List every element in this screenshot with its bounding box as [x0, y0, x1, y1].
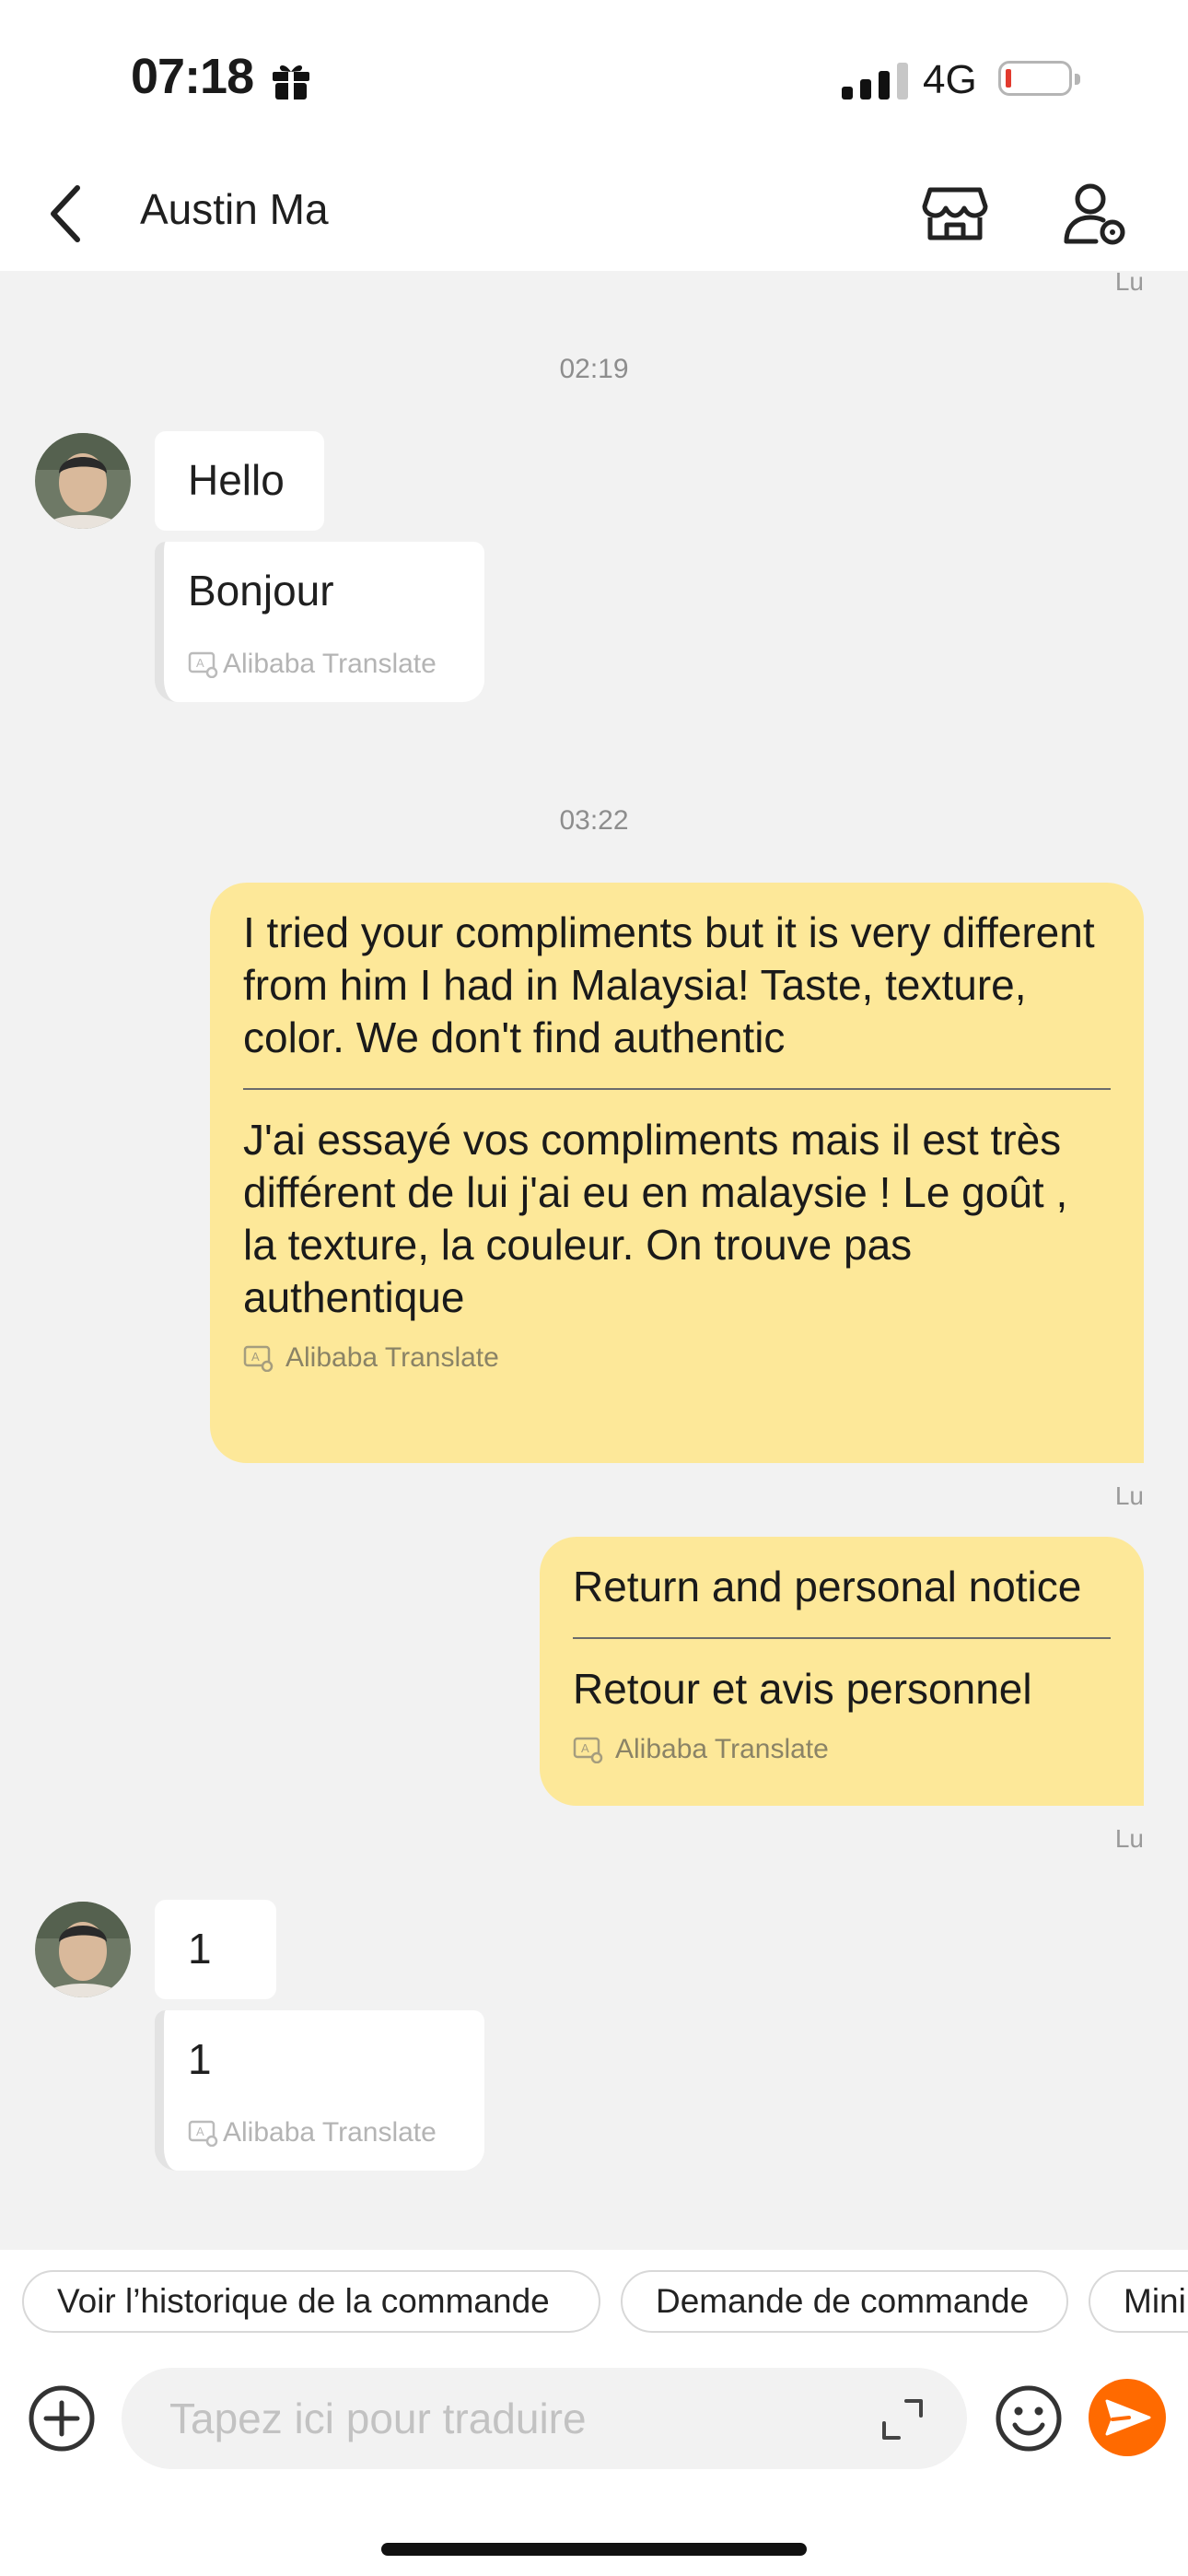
battery-icon: [998, 61, 1080, 96]
translate-icon: A: [573, 1737, 603, 1763]
translated-text: Retour et avis personnel: [573, 1665, 1032, 1713]
signal-icon: [842, 61, 912, 100]
avatar[interactable]: [35, 433, 131, 529]
incoming-message[interactable]: 1: [155, 1900, 276, 1999]
message-input[interactable]: Tapez ici pour traduire: [122, 2368, 967, 2469]
chat-header: Austin Ma: [0, 157, 1188, 271]
timestamp: 03:22: [559, 805, 629, 836]
send-icon: [1105, 2399, 1151, 2436]
translate-icon: A: [188, 2120, 218, 2147]
message-text: Hello: [188, 456, 285, 504]
read-receipt: Lu: [1114, 1824, 1144, 1853]
gift-icon: [273, 64, 309, 100]
translate-label: A Alibaba Translate: [243, 1342, 1111, 1374]
expand-icon[interactable]: [879, 2395, 926, 2443]
translate-icon: A: [243, 1345, 274, 1372]
incoming-message[interactable]: Hello: [155, 431, 324, 531]
svg-text:A: A: [581, 1741, 589, 1755]
translation-bubble[interactable]: Bonjour A Alibaba Translate: [155, 542, 484, 702]
contact-profile-icon[interactable]: [1059, 177, 1131, 249]
translated-text: Bonjour: [188, 567, 334, 615]
contact-name: Austin Ma: [140, 185, 329, 233]
status-time: 07:18: [131, 49, 254, 104]
avatar[interactable]: [35, 1902, 131, 1997]
quick-reply-order-history[interactable]: Voir l’historique de la commande: [22, 2270, 600, 2333]
outgoing-message[interactable]: I tried your compliments but it is very …: [210, 883, 1144, 1463]
svg-text:A: A: [251, 1350, 260, 1364]
read-receipt: Lu: [1114, 1481, 1144, 1510]
translate-label: A Alibaba Translate: [573, 1734, 1111, 1765]
status-bar: 07:18 4G: [0, 0, 1188, 157]
message-text: I tried your compliments but it is very …: [243, 908, 1095, 1061]
quick-reply-mini[interactable]: Mini: [1089, 2270, 1188, 2333]
quick-reply-order-request[interactable]: Demande de commande: [621, 2270, 1068, 2333]
translate-label: A Alibaba Translate: [188, 649, 437, 680]
translation-bubble[interactable]: 1 A Alibaba Translate: [155, 2010, 484, 2171]
translated-text: 1: [188, 2035, 212, 2083]
network-label: 4G: [923, 57, 977, 102]
back-arrow-icon[interactable]: [37, 177, 111, 251]
emoji-icon[interactable]: [993, 2383, 1065, 2454]
translate-label: A Alibaba Translate: [188, 2117, 437, 2149]
outgoing-message[interactable]: Return and personal notice Retour et avi…: [540, 1537, 1144, 1806]
svg-text:A: A: [196, 656, 204, 670]
plus-icon[interactable]: [26, 2383, 98, 2454]
store-icon[interactable]: [919, 177, 991, 249]
divider: [243, 1088, 1111, 1090]
message-text: 1: [188, 1925, 212, 1973]
message-text: Return and personal notice: [573, 1563, 1082, 1610]
send-button[interactable]: [1089, 2379, 1166, 2456]
translate-icon: A: [188, 651, 218, 678]
read-receipt: Lu: [1114, 267, 1144, 296]
home-indicator: [381, 2543, 807, 2556]
translated-text: J'ai essayé vos compliments mais il est …: [243, 1116, 1068, 1321]
svg-text:A: A: [196, 2125, 204, 2138]
timestamp: 02:19: [559, 354, 629, 384]
divider: [573, 1637, 1111, 1639]
input-placeholder: Tapez ici pour traduire: [169, 2395, 587, 2442]
